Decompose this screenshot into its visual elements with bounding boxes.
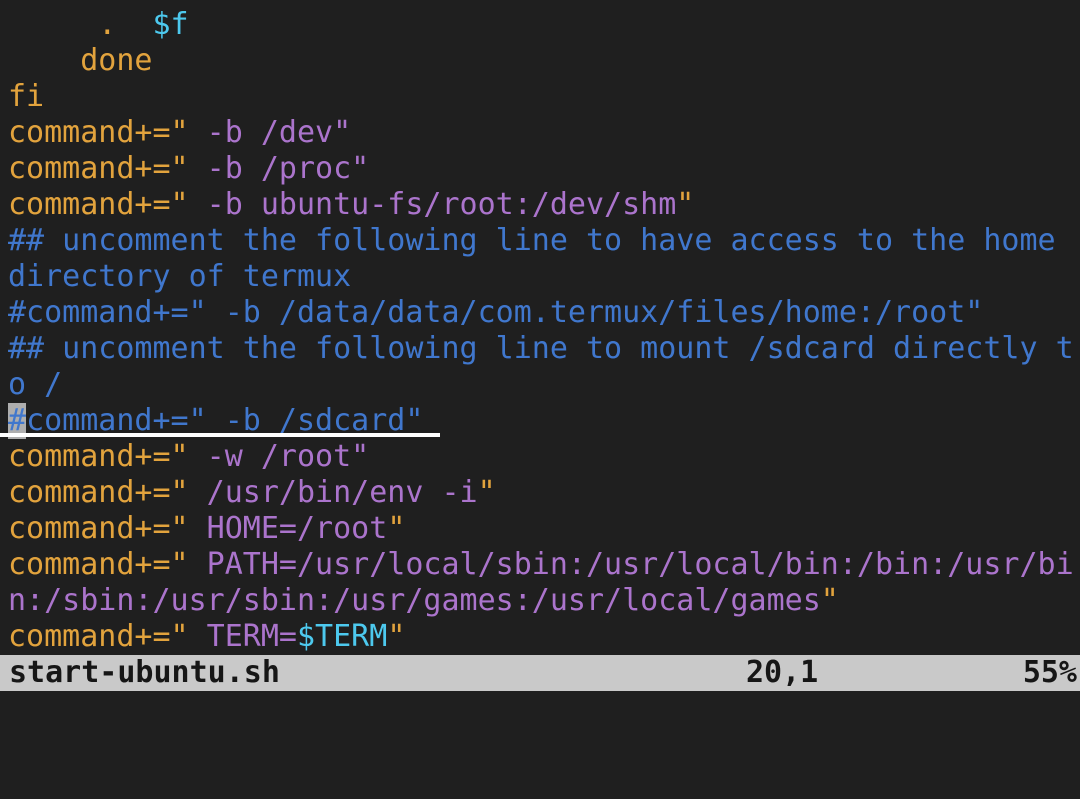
code-segment-comment: o / bbox=[8, 367, 62, 402]
code-segment-string: /usr/bin/env -i bbox=[189, 475, 478, 510]
code-segment-string: HOME=/root bbox=[189, 511, 388, 546]
code-segment-string: TERM= bbox=[189, 619, 297, 654]
code-segment-string: -w /root" bbox=[189, 439, 370, 474]
vim-cursor-block: # bbox=[8, 403, 26, 439]
code-segment-string: -b ubuntu-fs/root:/dev/shm bbox=[189, 187, 677, 222]
editor-line[interactable]: n:/sbin:/usr/sbin:/usr/games:/usr/local/… bbox=[8, 583, 1080, 619]
editor-line[interactable]: command+=" HOME=/root" bbox=[8, 511, 1080, 547]
code-segment-string: -b /proc" bbox=[189, 151, 370, 186]
code-segment-keyword: command+=" bbox=[8, 151, 189, 186]
editor-line[interactable]: command+=" -b /dev" bbox=[8, 115, 1080, 151]
editor-line[interactable]: done bbox=[8, 43, 1080, 79]
statusline-cursor-position: 20,1 bbox=[746, 655, 818, 691]
vim-statusline: start-ubuntu.sh 20,1 55% bbox=[0, 655, 1080, 691]
editor-line[interactable]: o / bbox=[8, 367, 1080, 403]
code-segment-comment: ## uncomment the following line to mount… bbox=[8, 331, 1074, 366]
code-segment-keyword: command+=" bbox=[8, 619, 189, 654]
code-segment-keyword: command+=" bbox=[8, 439, 189, 474]
code-segment-string: PATH=/usr/local/sbin:/usr/local/bin:/bin… bbox=[189, 547, 1074, 582]
code-segment-keyword: command+=" bbox=[8, 475, 189, 510]
code-segment-comment: #command+=" -b /data/data/com.termux/fil… bbox=[8, 295, 983, 330]
editor-line[interactable]: ## uncomment the following line to mount… bbox=[8, 331, 1080, 367]
statusline-filename: start-ubuntu.sh bbox=[9, 655, 280, 691]
code-segment-comment: directory of termux bbox=[8, 259, 351, 294]
code-segment-keyword: command+=" bbox=[8, 115, 189, 150]
editor-line[interactable]: command+=" PATH=/usr/local/sbin:/usr/loc… bbox=[8, 547, 1080, 583]
code-segment-keyword: " bbox=[676, 187, 694, 222]
vim-editor-buffer[interactable]: . $f doneficommand+=" -b /dev"command+="… bbox=[0, 0, 1080, 655]
code-segment-keyword: command+=" bbox=[8, 547, 189, 582]
editor-line[interactable]: command+=" -b ubuntu-fs/root:/dev/shm" bbox=[8, 187, 1080, 223]
editor-line[interactable]: ## uncomment the following line to have … bbox=[8, 223, 1080, 259]
code-segment-string: -b /dev" bbox=[189, 115, 352, 150]
code-segment-keyword: " bbox=[387, 619, 405, 654]
code-segment-keyword: " bbox=[821, 583, 839, 618]
code-segment-keyword: command+=" bbox=[8, 511, 189, 546]
editor-line[interactable]: command+=" -w /root" bbox=[8, 439, 1080, 475]
statusline-scroll-percent: 55% bbox=[1023, 655, 1077, 691]
editor-line[interactable]: command+=" /usr/bin/env -i" bbox=[8, 475, 1080, 511]
code-segment-variable: $TERM bbox=[297, 619, 387, 654]
editor-line[interactable]: #command+=" -b /data/data/com.termux/fil… bbox=[8, 295, 1080, 331]
code-segment-keyword: " bbox=[478, 475, 496, 510]
code-segment-keyword: command+=" bbox=[8, 187, 189, 222]
code-segment-keyword: done bbox=[8, 43, 153, 78]
editor-line[interactable]: command+=" TERM=$TERM" bbox=[8, 619, 1080, 655]
code-segment-comment: ## uncomment the following line to have … bbox=[8, 223, 1056, 258]
code-segment-keyword: fi bbox=[8, 79, 44, 114]
editor-line[interactable]: directory of termux bbox=[8, 259, 1080, 295]
code-segment-variable: $f bbox=[153, 7, 189, 42]
code-segment-string: n:/sbin:/usr/sbin:/usr/games:/usr/local/… bbox=[8, 583, 821, 618]
editor-line-current[interactable]: #command+=" -b /sdcard" bbox=[8, 403, 1080, 439]
editor-line[interactable]: fi bbox=[8, 79, 1080, 115]
code-segment-keyword: . bbox=[8, 7, 153, 42]
terminal-window: { "theme": { "background": "#1f1f1f", "k… bbox=[0, 0, 1080, 700]
code-segment-comment: command+=" -b /sdcard" bbox=[26, 403, 423, 438]
editor-line[interactable]: . $f bbox=[8, 7, 1080, 43]
code-segment-keyword: " bbox=[387, 511, 405, 546]
editor-line[interactable]: command+=" -b /proc" bbox=[8, 151, 1080, 187]
